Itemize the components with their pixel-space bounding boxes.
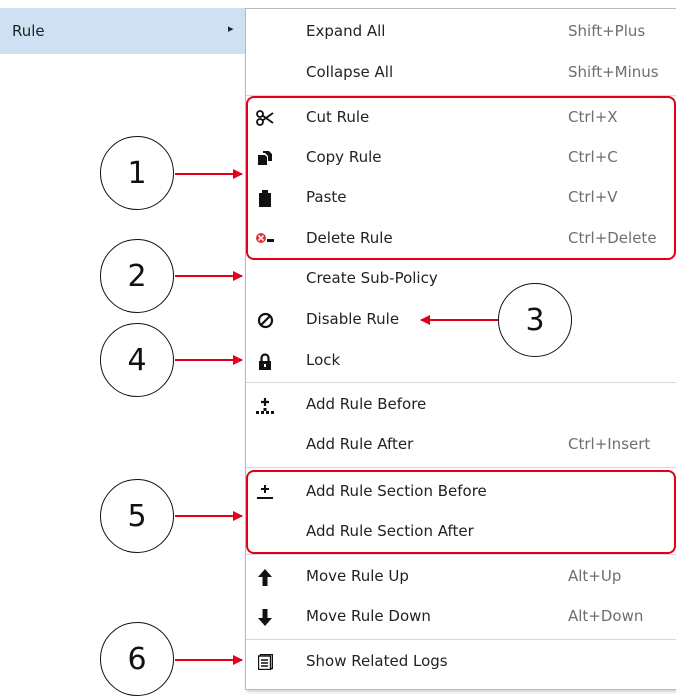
- callout-1: 1: [100, 136, 174, 210]
- callout-2: 2: [100, 239, 174, 313]
- callout-5: 5: [100, 479, 174, 553]
- callout-6: 6: [100, 622, 174, 696]
- callout-4: 4: [100, 323, 174, 397]
- callout-3: 3: [498, 283, 572, 357]
